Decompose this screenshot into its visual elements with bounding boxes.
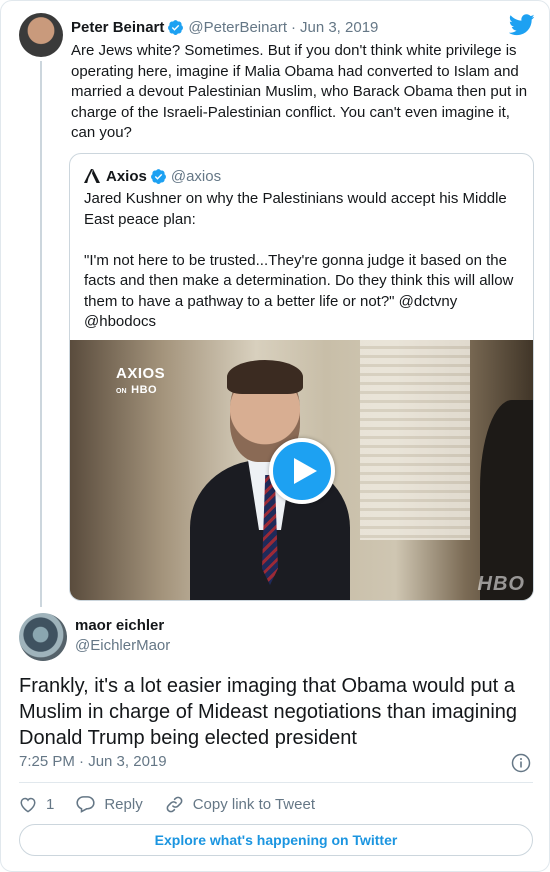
heart-icon xyxy=(20,797,36,813)
reply-timestamp[interactable]: 7:25 PM · Jun 3, 2019 xyxy=(19,753,167,770)
quoted-tweet-header: Axios @axios xyxy=(84,166,221,186)
thread-line xyxy=(40,61,42,607)
like-count: 1 xyxy=(46,795,55,813)
divider xyxy=(19,782,533,783)
author-handle[interactable]: @PeterBeinart xyxy=(188,19,287,36)
verified-badge-icon xyxy=(168,19,184,35)
watermark-hbo: HBO xyxy=(131,384,158,396)
hbo-corner-watermark: HBO xyxy=(477,573,525,595)
tweet-date[interactable]: Jun 3, 2019 xyxy=(300,19,378,36)
copy-link-label: Copy link to Tweet xyxy=(192,795,315,813)
reply-author-handle[interactable]: @EichlerMaor xyxy=(75,637,170,654)
verified-badge-icon xyxy=(150,168,166,184)
video-person-hair xyxy=(227,360,303,394)
video-window-blinds xyxy=(360,340,470,540)
watermark-on: ON xyxy=(116,388,127,395)
tweet-embed-card: Peter Beinart @PeterBeinart · Jun 3, 201… xyxy=(0,0,550,872)
like-button[interactable]: 1 xyxy=(19,796,54,813)
axios-logo-icon xyxy=(84,169,100,183)
header-separator: · xyxy=(290,18,296,36)
play-icon xyxy=(294,458,317,484)
reply-tweet-text: Frankly, it's a lot easier imaging that … xyxy=(19,675,518,749)
reply-bubble-icon xyxy=(76,796,95,813)
link-icon xyxy=(166,796,183,812)
parent-tweet-header: Peter Beinart @PeterBeinart · Jun 3, 201… xyxy=(71,17,378,37)
play-button[interactable] xyxy=(269,438,335,504)
quoted-author-name[interactable]: Axios xyxy=(106,168,147,185)
copy-link-button[interactable]: Copy link to Tweet xyxy=(165,795,315,814)
reply-button[interactable]: Reply xyxy=(76,795,143,813)
author-name[interactable]: Peter Beinart xyxy=(71,19,164,36)
quoted-tweet[interactable]: Axios @axios Jared Kushner on why the Pa… xyxy=(69,153,534,601)
video-interviewer-silhouette xyxy=(480,400,533,600)
avatar-maor-eichler[interactable] xyxy=(19,613,67,661)
axios-on-hbo-watermark: AXIOS ON HBO xyxy=(116,366,165,399)
avatar-peter-beinart[interactable] xyxy=(19,13,63,57)
quoted-author-handle[interactable]: @axios xyxy=(171,168,221,185)
explore-twitter-button[interactable]: Explore what's happening on Twitter xyxy=(19,824,533,856)
info-icon[interactable] xyxy=(511,753,531,773)
watermark-axios: AXIOS xyxy=(116,365,166,382)
action-bar: 1 Reply Copy link to Tweet xyxy=(19,793,337,815)
quoted-tweet-text: Jared Kushner on why the Palestinians wo… xyxy=(84,190,514,330)
reply-author-name[interactable]: maor eichler xyxy=(75,617,164,634)
twitter-bird-icon[interactable] xyxy=(509,14,535,36)
reply-label: Reply xyxy=(104,795,143,813)
parent-tweet-text: Are Jews white? Sometimes. But if you do… xyxy=(71,42,528,141)
video-player[interactable]: AXIOS ON HBO HBO xyxy=(70,340,533,600)
